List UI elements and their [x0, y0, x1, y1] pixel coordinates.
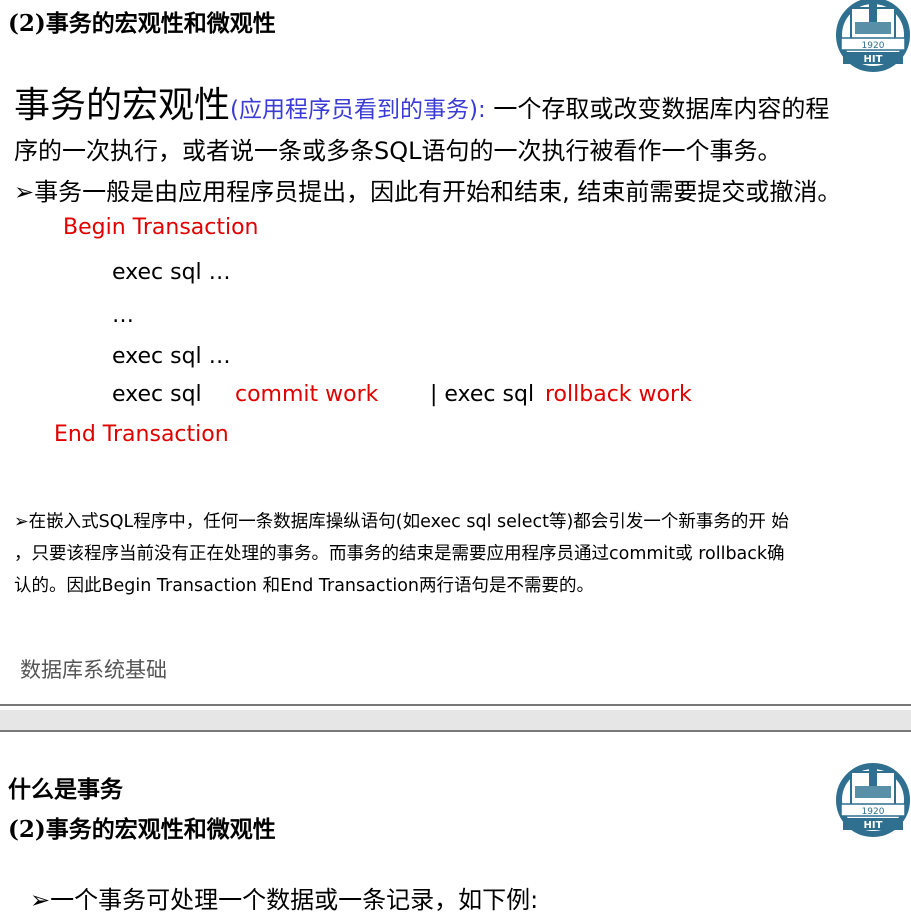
code-line-3: exec sql …: [112, 344, 231, 369]
title-rest: 一个存取或改变数据库内容的程: [485, 95, 830, 123]
para-line-1: ➢在嵌入式SQL程序中，任何一条数据库操纵语句(如exec sql select…: [14, 512, 789, 532]
hit-logo-icon: 1920 HIT: [836, 0, 910, 72]
para-line-2: ，只要该程序当前没有正在处理的事务。而事务的结束是需要应用程序员通过commit…: [14, 544, 785, 564]
hit-logo-icon: 1920 HIT: [836, 763, 910, 837]
slide2-heading1: 什么是事务: [8, 776, 123, 803]
commit-work: commit work: [235, 382, 379, 407]
slide1-line2: 序的一次执行，或者说一条或多条SQL语句的一次执行被看作一个事务。: [14, 137, 782, 165]
slide1-title-line: 事务的宏观性(应用程序员看到的事务): 一个存取或改变数据库内容的程: [14, 76, 829, 128]
separator-gap: [0, 710, 911, 730]
title-paren: (应用程序员看到的事务):: [230, 97, 486, 123]
slide2-heading2: (2)事务的宏观性和微观性: [8, 816, 276, 843]
slide2-bullet1: ➢一个事务可处理一个数据或一条记录，如下例:: [30, 886, 539, 914]
logo-year: 1920: [862, 807, 885, 817]
logo-text: HIT: [864, 820, 883, 831]
para-line-3: 认的。因此Begin Transaction 和End Transaction两…: [14, 576, 595, 596]
footer-text: 数据库系统基础: [20, 658, 167, 682]
code-line-4a: exec sql: [112, 382, 202, 407]
code-line-4c: | exec sql: [430, 382, 535, 407]
slide1-heading: (2)事务的宏观性和微观性: [8, 10, 276, 37]
separator-top: [0, 704, 911, 706]
slide1-bullet1: ➢事务一般是由应用程序员提出，因此有开始和结束, 结束前需要提交或撤消。: [14, 178, 842, 206]
separator-bottom: [0, 730, 911, 732]
begin-transaction: Begin Transaction: [63, 215, 259, 240]
logo-text: HIT: [864, 54, 883, 65]
logo-year: 1920: [862, 41, 885, 51]
end-transaction: End Transaction: [54, 422, 229, 447]
code-line-1: exec sql …: [112, 260, 231, 285]
rollback-work: rollback work: [545, 382, 692, 407]
title-big: 事务的宏观性: [14, 85, 231, 126]
code-line-2: …: [112, 303, 134, 328]
